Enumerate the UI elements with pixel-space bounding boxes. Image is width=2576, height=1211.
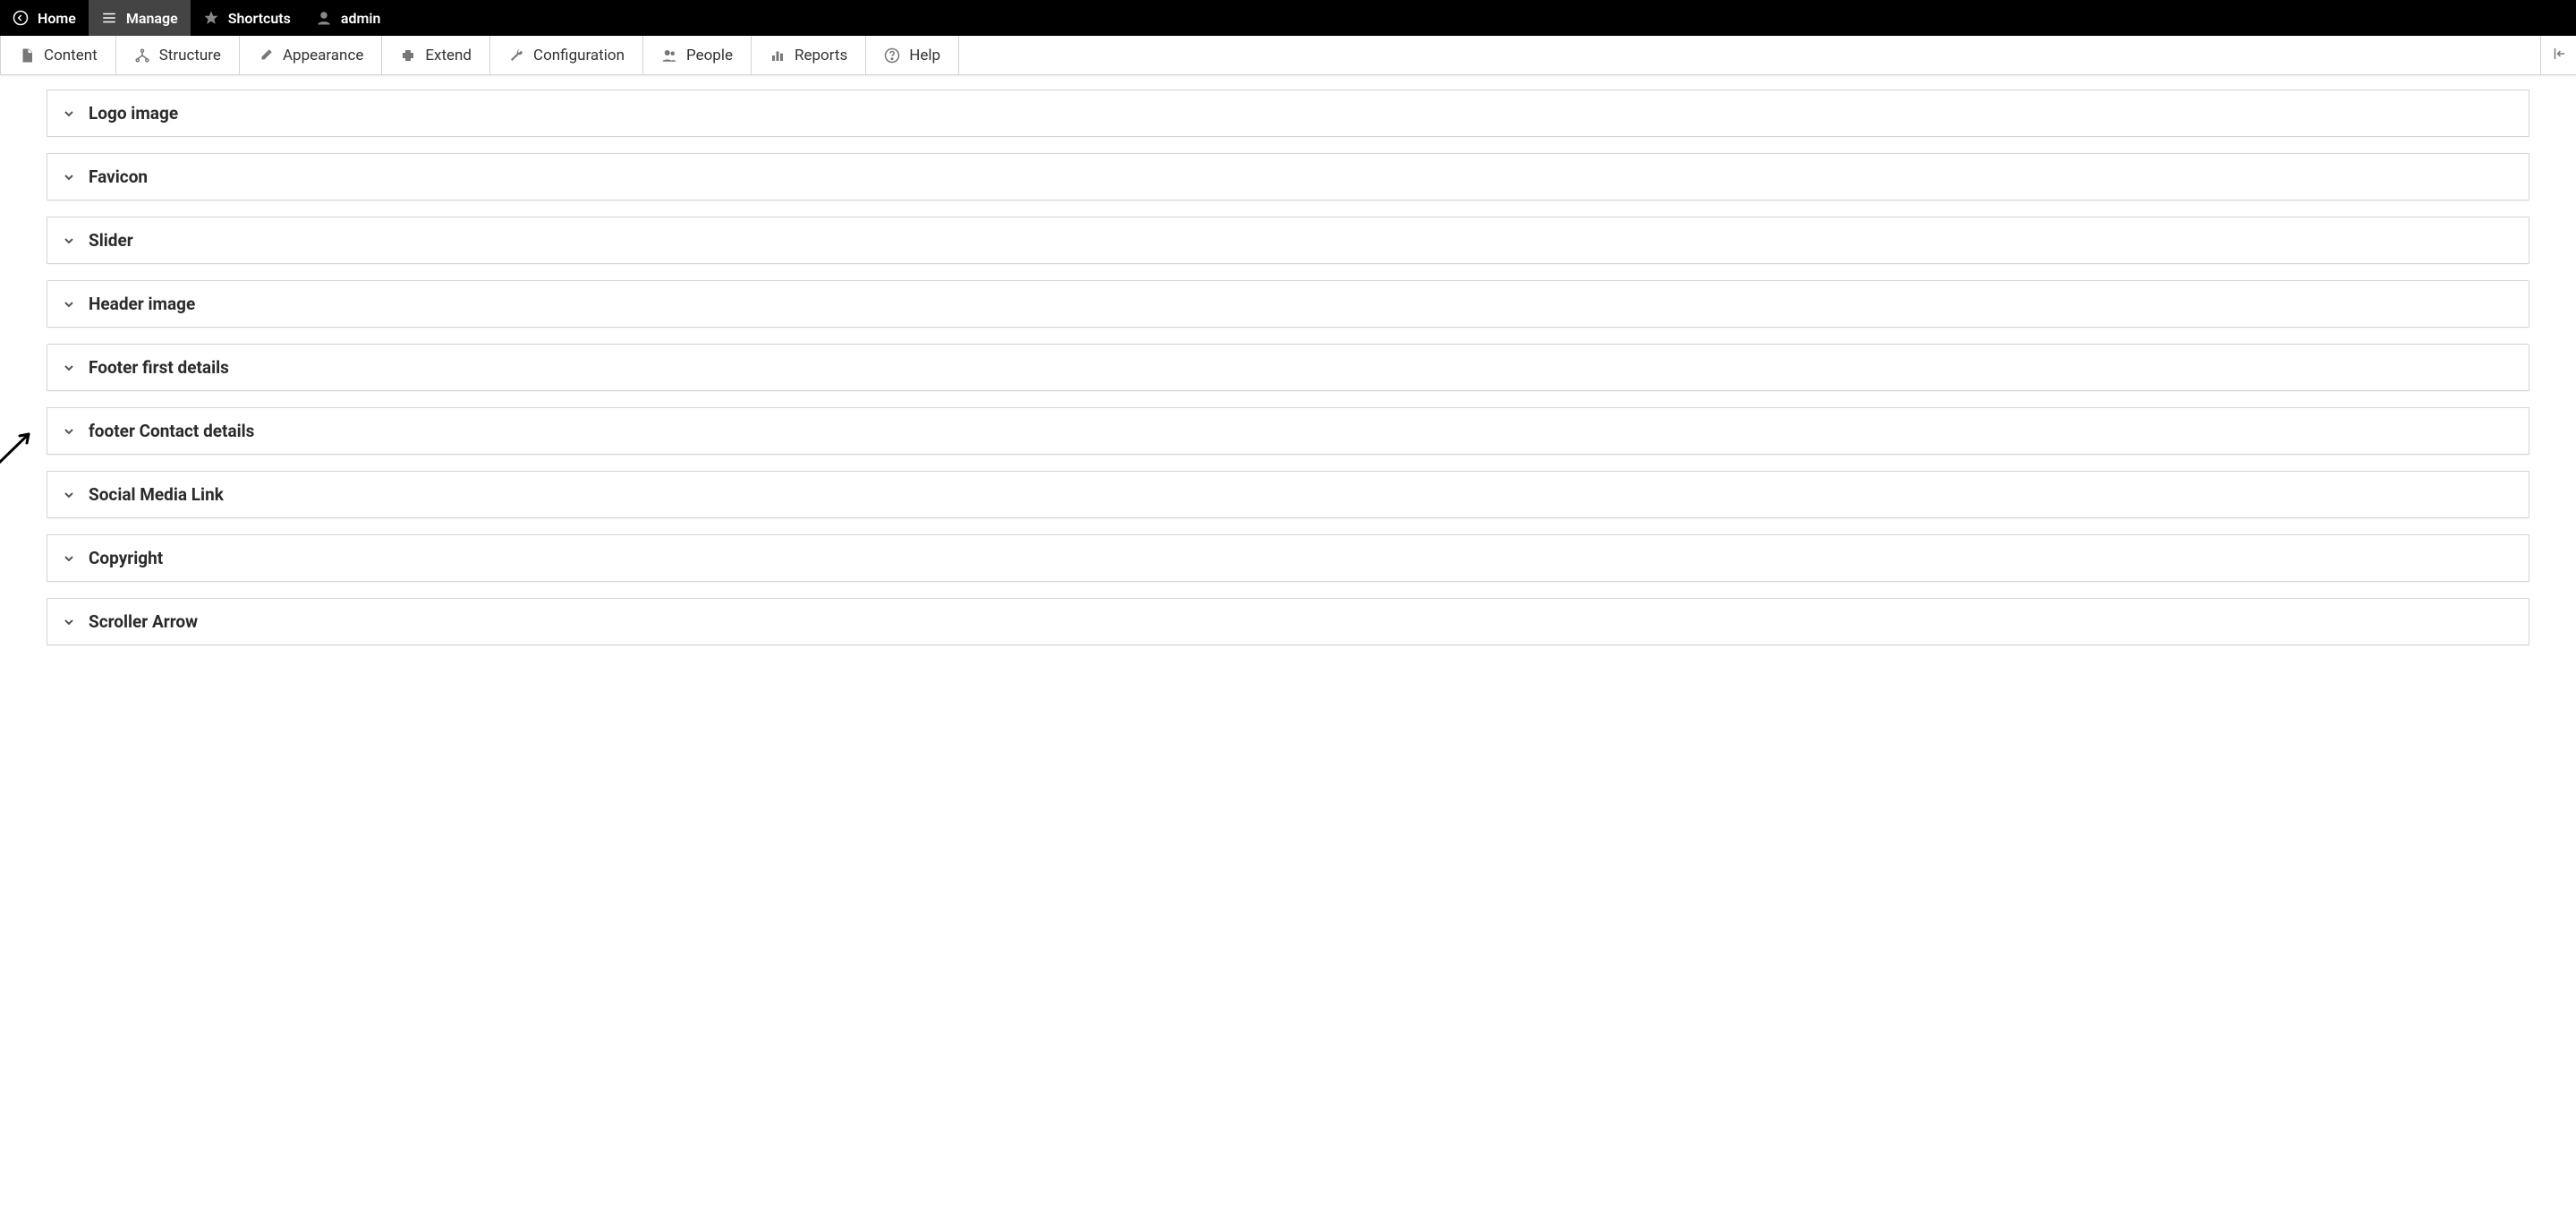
toolbar-user-label: admin — [341, 10, 381, 27]
chevron-down-icon — [62, 424, 76, 439]
admin-menu-extend[interactable]: Extend — [382, 36, 490, 74]
toolbar-top: Home Manage Shortcuts admin — [0, 0, 2576, 36]
hamburger-icon — [101, 10, 117, 26]
admin-menu-content[interactable]: Content — [0, 36, 116, 74]
collapse-toolbar-button[interactable] — [2540, 36, 2576, 74]
admin-menu-reports[interactable]: Reports — [752, 36, 866, 74]
chevron-down-icon — [62, 488, 76, 502]
chevron-down-icon — [62, 170, 76, 184]
toolbar-shortcuts-label: Shortcuts — [228, 10, 291, 27]
chevron-down-icon — [62, 297, 76, 311]
panel-header-header-image[interactable]: Header image — [47, 281, 2529, 327]
admin-menu-configuration[interactable]: Configuration — [490, 36, 643, 74]
panel-title: Slider — [89, 230, 133, 251]
admin-menu-people[interactable]: People — [643, 36, 752, 74]
wrench-icon — [508, 47, 524, 64]
chevron-down-icon — [62, 107, 76, 121]
document-icon — [19, 47, 35, 64]
panel-copyright: Copyright — [47, 534, 2529, 582]
admin-menu-appearance[interactable]: Appearance — [240, 36, 382, 74]
toolbar-home-button[interactable]: Home — [0, 0, 89, 36]
panel-title: footer Contact details — [89, 421, 254, 441]
toolbar-shortcuts-button[interactable]: Shortcuts — [191, 0, 303, 36]
panel-header-copyright[interactable]: Copyright — [47, 535, 2529, 581]
settings-panels: Logo image Favicon Slider Header image F… — [0, 75, 2576, 645]
panel-header-scroller-arrow[interactable]: Scroller Arrow — [47, 599, 2529, 644]
admin-menu-label: Structure — [159, 47, 221, 64]
annotation-arrow-icon — [0, 427, 39, 471]
collapse-icon — [2551, 46, 2567, 65]
panel-footer-first: Footer first details — [47, 344, 2529, 391]
back-circle-icon — [13, 10, 29, 26]
toolbar-manage-button[interactable]: Manage — [89, 0, 191, 36]
panel-scroller-arrow: Scroller Arrow — [47, 598, 2529, 645]
user-icon — [316, 10, 332, 26]
admin-menu-structure[interactable]: Structure — [116, 36, 240, 74]
panel-title: Copyright — [89, 548, 163, 568]
admin-menu-help[interactable]: Help — [866, 36, 959, 74]
panel-slider: Slider — [47, 217, 2529, 264]
panel-header-image: Header image — [47, 280, 2529, 328]
chevron-down-icon — [62, 234, 76, 248]
admin-menu: Content Structure Appearance Extend Conf… — [0, 36, 2576, 75]
chevron-down-icon — [62, 361, 76, 375]
help-icon — [884, 47, 900, 64]
puzzle-icon — [400, 47, 416, 64]
chevron-down-icon — [62, 615, 76, 629]
admin-menu-label: Reports — [795, 47, 847, 64]
toolbar-user-button[interactable]: admin — [303, 0, 394, 36]
hierarchy-icon — [134, 47, 150, 64]
panel-title: Header image — [89, 294, 195, 314]
panel-title: Logo image — [89, 103, 178, 124]
panel-favicon: Favicon — [47, 153, 2529, 200]
panel-header-favicon[interactable]: Favicon — [47, 154, 2529, 200]
admin-menu-label: Content — [44, 47, 98, 64]
panel-social-media: Social Media Link — [47, 471, 2529, 518]
star-icon — [203, 10, 219, 26]
panel-header-footer-contact[interactable]: footer Contact details — [47, 408, 2529, 454]
chevron-down-icon — [62, 551, 76, 566]
people-icon — [661, 47, 677, 64]
admin-menu-label: Help — [909, 47, 940, 64]
panel-title: Scroller Arrow — [89, 611, 198, 632]
panel-header-footer-first[interactable]: Footer first details — [47, 345, 2529, 390]
admin-menu-label: People — [686, 47, 733, 64]
panel-footer-contact: footer Contact details — [47, 407, 2529, 455]
toolbar-manage-label: Manage — [126, 10, 178, 27]
panel-logo-image: Logo image — [47, 90, 2529, 137]
admin-menu-label: Appearance — [283, 47, 363, 64]
panel-title: Social Media Link — [89, 484, 224, 505]
panel-title: Footer first details — [89, 357, 229, 378]
panel-title: Favicon — [89, 166, 148, 187]
bar-chart-icon — [769, 47, 786, 64]
panel-header-logo-image[interactable]: Logo image — [47, 90, 2529, 136]
admin-menu-label: Configuration — [533, 47, 625, 64]
paintbrush-icon — [258, 47, 274, 64]
panel-header-social-media[interactable]: Social Media Link — [47, 472, 2529, 517]
admin-menu-label: Extend — [425, 47, 472, 64]
toolbar-home-label: Home — [38, 10, 76, 27]
panel-header-slider[interactable]: Slider — [47, 217, 2529, 263]
